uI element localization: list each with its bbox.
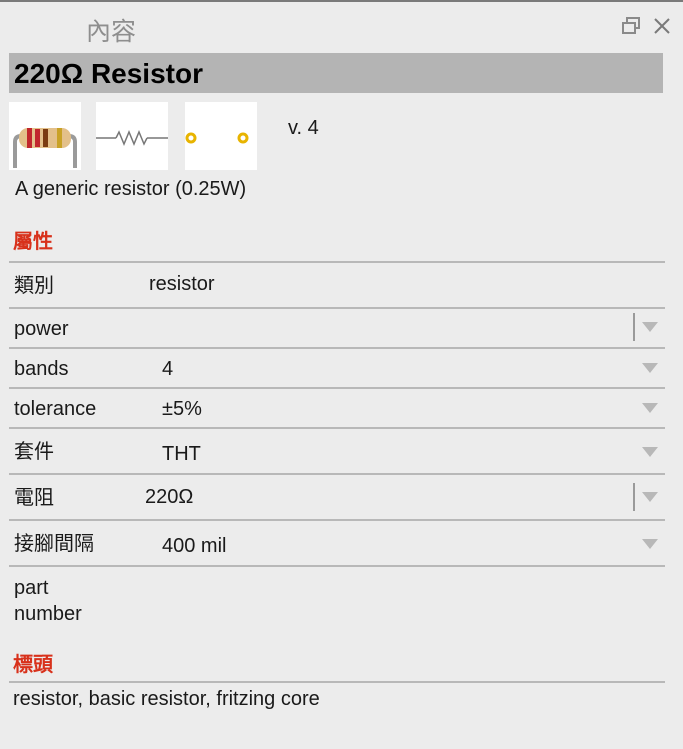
prop-value-tolerance[interactable]: ±5% [162, 397, 202, 421]
pin-spacing-dropdown[interactable] [633, 528, 665, 560]
prop-label-power: power [14, 318, 69, 340]
dock-title-bar[interactable]: 內容 [0, 2, 683, 48]
divider [9, 681, 665, 683]
prop-label-family: 類別 [14, 275, 54, 297]
prop-label-part-number: part number [14, 577, 82, 625]
prop-label-pin-spacing: 接腳間隔 [14, 533, 94, 555]
prop-value-family: resistor [149, 273, 215, 295]
pcb-view-thumbnail[interactable] [185, 102, 257, 170]
divider [9, 427, 665, 429]
divider [9, 387, 665, 389]
part-description: A generic resistor (0.25W) [15, 178, 247, 200]
divider [9, 519, 665, 521]
bands-dropdown[interactable] [633, 352, 665, 384]
power-dropdown[interactable] [633, 311, 665, 343]
divider [9, 347, 665, 349]
chevron-down-icon [642, 539, 658, 549]
divider [9, 565, 665, 567]
chevron-down-icon [642, 363, 658, 373]
float-window-icon[interactable] [621, 16, 641, 36]
tags-text: resistor, basic resistor, fritzing core [13, 688, 320, 710]
prop-label-bands: bands [14, 358, 69, 380]
tags-section-title: 標頭 [13, 654, 53, 676]
prop-label-resistance: 電阻 [14, 487, 54, 509]
package-dropdown[interactable] [633, 436, 665, 468]
divider [9, 307, 665, 309]
dropdown-separator [633, 483, 635, 511]
close-icon[interactable] [651, 15, 673, 37]
part-version: v. 4 [288, 117, 319, 139]
breadboard-view-thumbnail[interactable] [9, 102, 81, 170]
chevron-down-icon [642, 492, 658, 502]
tolerance-dropdown[interactable] [633, 392, 665, 424]
divider [9, 473, 665, 475]
prop-value-resistance[interactable]: 220Ω [145, 485, 193, 509]
chevron-down-icon [642, 322, 658, 332]
prop-value-pin-spacing[interactable]: 400 mil [162, 534, 226, 558]
prop-label-package: 套件 [14, 441, 54, 463]
chevron-down-icon [642, 447, 658, 457]
prop-value-package[interactable]: THT [162, 442, 201, 466]
dropdown-separator [633, 313, 635, 341]
part-title: 220Ω Resistor [9, 53, 663, 93]
divider [9, 261, 665, 263]
properties-section-title: 屬性 [13, 231, 53, 253]
dock-title: 內容 [86, 17, 137, 46]
prop-label-tolerance: tolerance [14, 398, 97, 420]
resistance-dropdown[interactable] [633, 481, 665, 513]
chevron-down-icon [642, 403, 658, 413]
schematic-view-thumbnail[interactable] [96, 102, 168, 170]
prop-value-bands[interactable]: 4 [162, 357, 173, 381]
